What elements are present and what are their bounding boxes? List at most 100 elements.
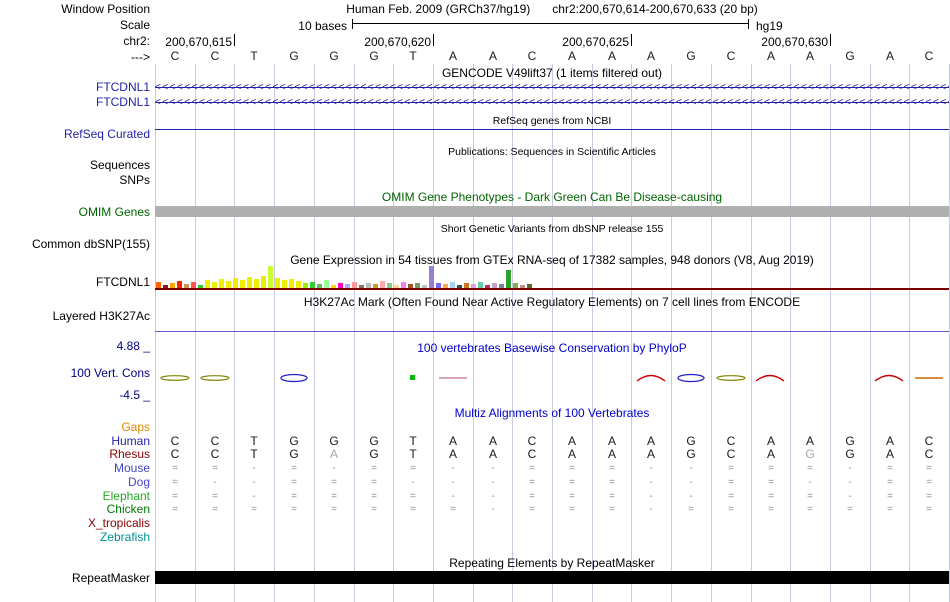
alignment-cell: - (332, 463, 336, 474)
alignment-cell: = (807, 504, 813, 515)
alignment-cell: C (924, 447, 934, 461)
grid-line (711, 64, 712, 602)
alignment-cell: - (252, 463, 256, 474)
conservation-mark (915, 377, 943, 379)
alignment-cell: = (609, 477, 615, 488)
seq-base: C (210, 49, 220, 63)
alignment-cell: = (569, 504, 575, 515)
alignment-cell: = (926, 477, 932, 488)
alignment-cell: = (887, 491, 893, 502)
grid-line (592, 64, 593, 602)
grid-line (393, 64, 394, 602)
gtex-bar (268, 266, 273, 288)
alignment-cell: - (649, 491, 653, 502)
grid-line (870, 64, 871, 602)
alignment-cell: G (369, 447, 379, 461)
refseq-curated-label[interactable]: RefSeq Curated (0, 128, 150, 141)
gencode-gene-label-2[interactable]: FTCDNL1 (0, 96, 150, 109)
alignment-cell: - (649, 463, 653, 474)
gencode-gene-label-1[interactable]: FTCDNL1 (0, 81, 150, 94)
species-label[interactable]: Gaps (0, 421, 150, 434)
gencode-gene-row-1[interactable]: <<<<<<<<<<<<<<<<<<<<<<<<<<<<<<<<<<<<<<<<… (155, 81, 949, 94)
alignment-cell: = (172, 504, 178, 515)
phylop-title: 100 vertebrates Basewise Conservation by… (417, 341, 687, 355)
alignment-cell: = (291, 477, 297, 488)
seq-base: A (448, 49, 457, 63)
alignment-cell: = (728, 504, 734, 515)
alignment-cell: = (847, 504, 853, 515)
seq-base: A (646, 49, 655, 63)
species-label[interactable]: Dog (0, 476, 150, 489)
gtex-bar (177, 281, 182, 288)
conservation-mark (280, 373, 308, 383)
species-label[interactable]: Chicken (0, 503, 150, 516)
alignment-cell: = (172, 463, 178, 474)
gtex-gene-label[interactable]: FTCDNL1 (0, 276, 150, 289)
strand-label: ---> (131, 50, 150, 64)
conservation-mark (160, 375, 190, 381)
refseq-gene-line[interactable] (155, 129, 949, 130)
seq-base: G (686, 49, 696, 63)
alignment-cell: - (491, 491, 495, 502)
alignment-cell: = (331, 504, 337, 515)
window-title: Human Feb. 2009 (GRCh37/hg19) chr2:200,67… (155, 3, 949, 16)
alignment-cell: = (768, 504, 774, 515)
alignment-cell: = (926, 463, 932, 474)
gtex-bar (261, 276, 266, 288)
alignment-cell: = (331, 477, 337, 488)
grid-line (195, 64, 196, 602)
alignment-cell: = (807, 491, 813, 502)
alignment-cell: - (451, 491, 455, 502)
alignment-cell: - (848, 491, 852, 502)
alignment-cell: = (212, 463, 218, 474)
ruler-coordinate: 200,670,620 (364, 35, 431, 49)
publications-sequences-label[interactable]: Sequences (0, 159, 150, 172)
position-range: chr2:200,670,614-200,670,633 (20 bp) (552, 2, 758, 16)
h3k27ac-label[interactable]: Layered H3K27Ac (0, 310, 150, 323)
scale-label: Scale (119, 18, 150, 32)
alignment-cell: = (768, 463, 774, 474)
phylop-label[interactable]: 100 Vert. Cons (0, 367, 150, 380)
alignment-cell: = (251, 504, 257, 515)
alignment-cell: C (170, 447, 180, 461)
alignment-cell: = (609, 491, 615, 502)
alignment-cell: = (410, 491, 416, 502)
conservation-mark (410, 375, 415, 380)
alignment-cell: = (887, 463, 893, 474)
omim-title: OMIM Gene Phenotypes - Dark Green Can Be… (381, 190, 723, 204)
ruler-coordinate: 200,670,625 (562, 35, 629, 49)
gencode-gene-row-2[interactable]: <<<<<<<<<<<<<<<<<<<<<<<<<<<<<<<<<<<<<<<<… (155, 96, 949, 109)
gtex-bar (429, 266, 434, 288)
alignment-cell: = (331, 491, 337, 502)
alignment-cell: - (689, 491, 693, 502)
gtex-bar (289, 279, 294, 288)
alignment-cell: = (728, 477, 734, 488)
grid-line (234, 64, 235, 602)
publications-snps-label[interactable]: SNPs (0, 174, 150, 187)
alignment-cell: = (371, 504, 377, 515)
repeatmasker-bar[interactable] (155, 571, 949, 584)
dbsnp-label[interactable]: Common dbSNP(155) (0, 238, 150, 251)
alignment-cell: A (567, 447, 576, 461)
seq-base: A (567, 49, 576, 63)
omim-genes-bar[interactable] (155, 206, 949, 217)
species-label[interactable]: Zebrafish (0, 531, 150, 544)
species-label[interactable]: X_tropicalis (0, 517, 150, 530)
alignment-cell: - (451, 463, 455, 474)
seq-base: G (369, 49, 379, 63)
dbsnp-title: Short Genetic Variants from dbSNP releas… (440, 223, 664, 235)
alignment-cell: = (291, 491, 297, 502)
gtex-bar (233, 278, 238, 288)
seq-base: A (805, 49, 814, 63)
species-label[interactable]: Mouse (0, 462, 150, 475)
conservation-mark (755, 374, 785, 382)
seq-base: C (726, 49, 736, 63)
seq-base: C (170, 49, 180, 63)
phylop-scale-max: 4.88 _ (116, 339, 150, 353)
repeatmasker-label[interactable]: RepeatMasker (0, 572, 150, 585)
species-label[interactable]: Rhesus (0, 448, 150, 461)
omim-genes-label[interactable]: OMIM Genes (0, 206, 150, 219)
seq-base: C (527, 49, 537, 63)
alignment-cell: A (607, 447, 616, 461)
alignment-cell: = (887, 477, 893, 488)
